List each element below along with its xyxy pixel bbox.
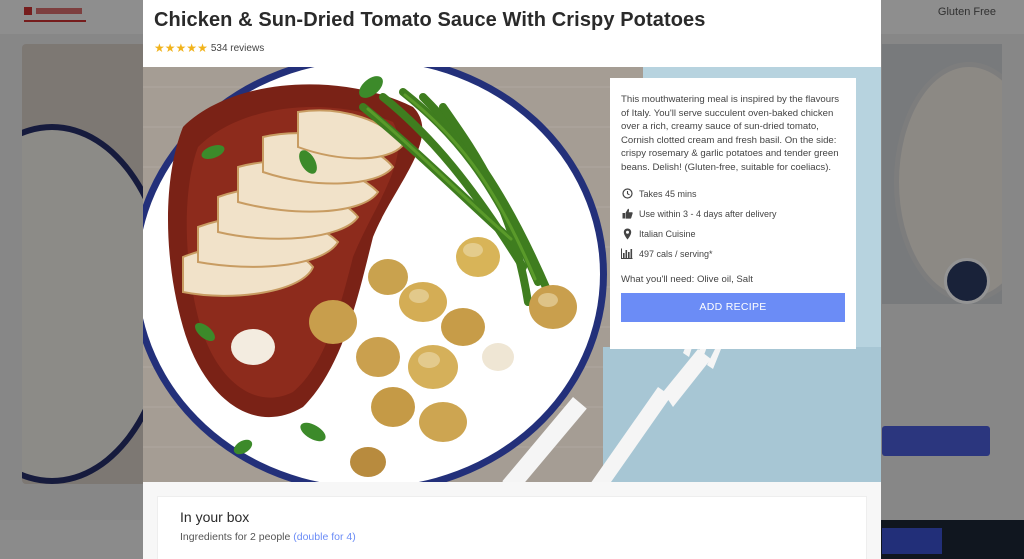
recipe-hero-image: This mouthwatering meal is inspired by t…: [143, 67, 881, 482]
double-servings-link[interactable]: (double for 4): [293, 531, 355, 543]
recipe-info-card: This mouthwatering meal is inspired by t…: [610, 78, 856, 349]
meta-calories-label: 497 cals / serving*: [639, 248, 713, 259]
meta-cuisine-label: Italian Cuisine: [639, 228, 696, 239]
recipe-description: This mouthwatering meal is inspired by t…: [621, 94, 840, 173]
meta-cuisine: Italian Cuisine: [621, 224, 845, 244]
in-your-box-panel: In your box Ingredients for 2 people (do…: [157, 496, 867, 559]
bar-chart-icon: [621, 248, 633, 260]
meta-time-label: Takes 45 mins: [639, 188, 697, 199]
required-pantry-items: What you'll need: Olive oil, Salt: [621, 273, 753, 285]
meta-calories: 497 cals / serving*: [621, 244, 845, 264]
star-icon: ★: [175, 41, 187, 55]
ingredients-servings: Ingredients for 2 people (double for 4): [180, 531, 844, 543]
ingredients-for-label: Ingredients for 2 people: [180, 531, 291, 543]
recipe-meta: Takes 45 mins Use within 3 - 4 days afte…: [621, 184, 845, 264]
meta-use-within-label: Use within 3 - 4 days after delivery: [639, 208, 777, 219]
map-pin-icon: [621, 228, 633, 240]
star-icon: ★: [164, 41, 176, 55]
clock-icon: [621, 188, 633, 200]
rating-stars: ★ ★ ★ ★ ★: [154, 42, 208, 54]
recipe-title: Chicken & Sun-Dried Tomato Sauce With Cr…: [154, 9, 706, 31]
review-count: 534 reviews: [210, 42, 265, 54]
star-icon: ★: [197, 41, 208, 55]
recipe-modal: Chicken & Sun-Dried Tomato Sauce With Cr…: [143, 0, 881, 559]
star-icon: ★: [154, 41, 165, 55]
rating: ★ ★ ★ ★ ★ 534 reviews: [154, 42, 264, 54]
in-your-box-title: In your box: [180, 509, 250, 525]
star-icon: ★: [186, 41, 198, 55]
thumbs-up-icon: [621, 208, 633, 220]
meta-use-within: Use within 3 - 4 days after delivery: [621, 204, 845, 224]
meta-time: Takes 45 mins: [621, 184, 845, 204]
box-section: In your box Ingredients for 2 people (do…: [143, 482, 881, 559]
add-recipe-button[interactable]: ADD RECIPE: [621, 292, 845, 322]
